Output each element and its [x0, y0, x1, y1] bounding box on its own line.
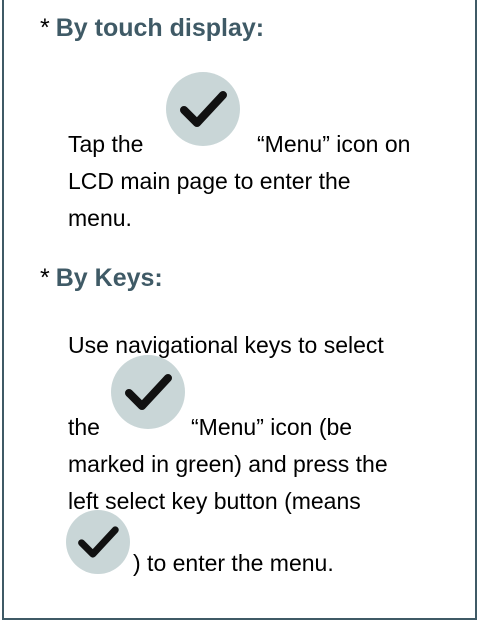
check-icon	[180, 91, 227, 127]
menu-check-icon	[166, 72, 240, 146]
instruction-panel: * By touch display: Tap the “Menu” icon o…	[2, 0, 477, 620]
heading-touch-display: * By touch display:	[40, 13, 264, 43]
heading-keys: * By Keys:	[40, 263, 163, 293]
heading-text: By touch display:	[55, 14, 265, 42]
check-icon	[78, 526, 119, 558]
select-key-check-icon	[66, 510, 130, 574]
touch-line-3: menu.	[68, 205, 132, 231]
bullet-star: *	[40, 14, 50, 42]
keys-line-3: marked in green) and press the	[68, 451, 388, 477]
touch-line-2: LCD main page to enter the	[68, 168, 351, 194]
keys-line-2-suffix: “Menu” icon (be	[191, 414, 353, 440]
keys-line-5: ) to enter the menu.	[133, 550, 334, 576]
heading-text: By Keys:	[55, 264, 163, 292]
menu-check-icon	[111, 355, 185, 429]
bullet-star: *	[40, 264, 50, 292]
check-icon	[125, 374, 172, 410]
touch-line-1-prefix: Tap the	[68, 131, 144, 157]
keys-line-2-prefix: the	[68, 414, 100, 440]
touch-line-1-suffix: “Menu” icon on	[257, 131, 411, 157]
